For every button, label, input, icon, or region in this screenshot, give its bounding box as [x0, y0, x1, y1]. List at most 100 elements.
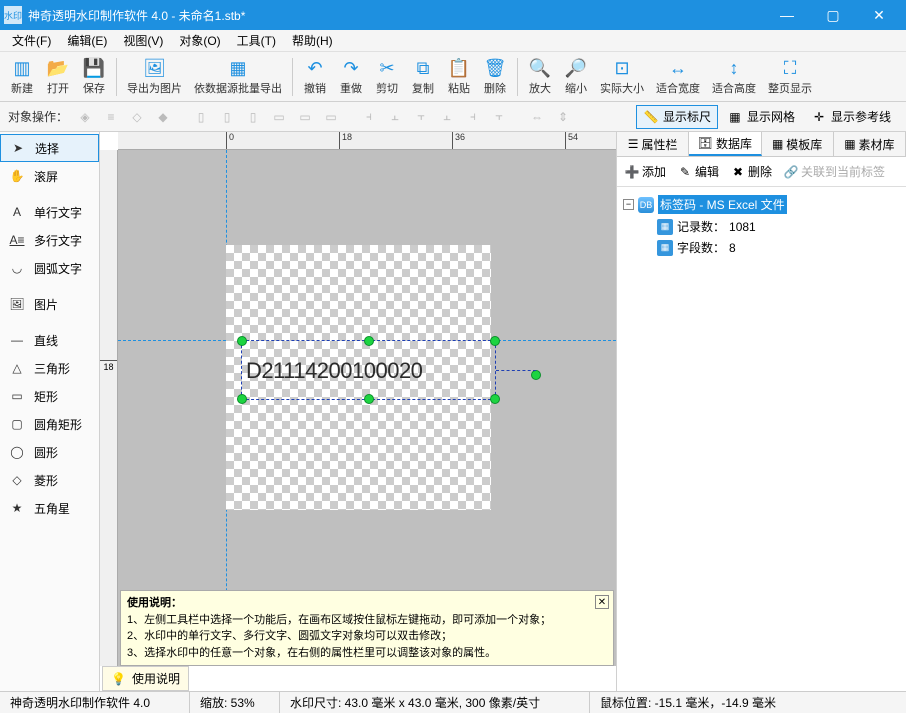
export-batch-button[interactable]: ▦依数据源批量导出 [188, 54, 288, 100]
fit-page-button[interactable]: ⛶整页显示 [762, 54, 818, 100]
db-edit-button[interactable]: ✎编辑 [674, 161, 723, 182]
tool-image[interactable]: 🖼图片 [0, 290, 99, 318]
tool-pan[interactable]: ✋滚屏 [0, 162, 99, 190]
show-ruler-toggle[interactable]: 📏显示标尺 [636, 105, 718, 129]
zoom-out-button[interactable]: 🔎缩小 [558, 54, 594, 100]
tool-line[interactable]: —直线 [0, 326, 99, 354]
lightbulb-icon: 💡 [111, 672, 126, 686]
show-grid-toggle[interactable]: ▦显示网格 [720, 105, 802, 129]
tool-text-single[interactable]: A单行文字 [0, 198, 99, 226]
ruler-horizontal[interactable]: 0 18 36 54 [118, 132, 616, 150]
resize-handle-ne[interactable] [490, 336, 500, 346]
plus-icon: ➕ [625, 165, 639, 179]
workspace[interactable]: D21114200100020 ✕ 使用说明： 1、左侧工具栏中选择一个功能后，… [118, 150, 616, 666]
tool-select[interactable]: ➤选择 [0, 134, 99, 162]
menu-view[interactable]: 视图(V) [115, 30, 171, 52]
tree-fields-node[interactable]: ▦ 字段数：8 [623, 237, 900, 258]
tab-templates[interactable]: ▦模板库 [762, 132, 834, 156]
align-1-icon[interactable]: ▯ [188, 105, 214, 129]
fields-label: 字段数： [677, 239, 725, 256]
align-6-icon[interactable]: ▭ [318, 105, 344, 129]
canvas-area: 0 18 36 54 18 [100, 132, 616, 691]
align-5-icon[interactable]: ▭ [292, 105, 318, 129]
copy-button[interactable]: ⧉复制 [405, 54, 441, 100]
tool-triangle[interactable]: △三角形 [0, 354, 99, 382]
resize-handle-n[interactable] [364, 336, 374, 346]
distribute-h-icon[interactable]: ⇔ [524, 105, 550, 129]
tree-root-node[interactable]: − DB 标签码 - MS Excel 文件 [623, 193, 900, 216]
menu-tools[interactable]: 工具(T) [229, 30, 284, 52]
resize-handle-sw[interactable] [237, 394, 247, 404]
layer-misc-icon[interactable]: ◆ [150, 105, 176, 129]
triangle-icon: △ [8, 359, 26, 377]
db-tree: − DB 标签码 - MS Excel 文件 ▦ 记录数：1081 ▦ 字段数：… [617, 187, 906, 691]
ruler-vertical[interactable]: 18 [100, 150, 118, 666]
fit-height-button[interactable]: ↕适合高度 [706, 54, 762, 100]
layer-down-icon[interactable]: ◇ [124, 105, 150, 129]
menu-edit[interactable]: 编辑(E) [59, 30, 115, 52]
maximize-button[interactable]: ▢ [810, 0, 856, 30]
resize-handle-se[interactable] [490, 394, 500, 404]
paste-button[interactable]: 📋粘贴 [441, 54, 477, 100]
align-2-icon[interactable]: ▯ [214, 105, 240, 129]
tool-text-arc[interactable]: ◡圆弧文字 [0, 254, 99, 282]
ruler-tick: 0 [226, 132, 234, 149]
align-3-icon[interactable]: ▯ [240, 105, 266, 129]
rotate-handle[interactable] [531, 370, 541, 380]
object-toolbar-label: 对象操作： [8, 108, 68, 125]
save-button[interactable]: 💾保存 [76, 54, 112, 100]
actual-size-button[interactable]: ⊡实际大小 [594, 54, 650, 100]
fit-width-button[interactable]: ↔适合宽度 [650, 54, 706, 100]
close-button[interactable]: ✕ [856, 0, 902, 30]
tab-database[interactable]: 🗄数据库 [689, 132, 761, 156]
show-guides-toggle[interactable]: ✛显示参考线 [804, 105, 898, 129]
help-toggle-button[interactable]: 💡 使用说明 [102, 666, 189, 691]
cut-button[interactable]: ✂剪切 [369, 54, 405, 100]
help-overlay: ✕ 使用说明： 1、左侧工具栏中选择一个功能后，在画布区域按住鼠标左键拖动，即可… [120, 590, 614, 666]
new-button[interactable]: ▥新建 [4, 54, 40, 100]
tab-properties[interactable]: ☰属性栏 [617, 132, 689, 156]
layer-stack-icon[interactable]: ≡ [98, 105, 124, 129]
open-button[interactable]: 📂打开 [40, 54, 76, 100]
align-bottom-icon[interactable]: ⫟ [486, 105, 512, 129]
canvas-text-object[interactable]: D21114200100020 [246, 358, 422, 384]
menu-object[interactable]: 对象(O) [171, 30, 228, 52]
db-add-button[interactable]: ➕添加 [621, 161, 670, 182]
zoom-in-button[interactable]: 🔍放大 [522, 54, 558, 100]
star-icon: ★ [8, 499, 26, 517]
redo-button[interactable]: ↷重做 [333, 54, 369, 100]
distribute-v-icon[interactable]: ⇕ [550, 105, 576, 129]
resize-handle-nw[interactable] [237, 336, 247, 346]
template-icon: ▦ [772, 137, 783, 151]
menu-file[interactable]: 文件(F) [4, 30, 59, 52]
menu-help[interactable]: 帮助(H) [284, 30, 341, 52]
help-line: 3、选择水印中的任意一个对象，在右侧的属性栏里可以调整该对象的属性。 [127, 645, 607, 662]
tool-rect[interactable]: ▭矩形 [0, 382, 99, 410]
layer-up-icon[interactable]: ◈ [72, 105, 98, 129]
tool-ellipse[interactable]: ◯圆形 [0, 438, 99, 466]
tool-star[interactable]: ★五角星 [0, 494, 99, 522]
export-image-button[interactable]: 🖼导出为图片 [121, 54, 188, 100]
tool-diamond[interactable]: ◇菱形 [0, 466, 99, 494]
grid-icon: ▦ [727, 109, 743, 125]
resize-handle-s[interactable] [364, 394, 374, 404]
delete-button[interactable]: 🗑删除 [477, 54, 513, 100]
align-left-icon[interactable]: ⫞ [356, 105, 382, 129]
align-4-icon[interactable]: ▭ [266, 105, 292, 129]
app-logo-icon: 水印 [4, 6, 22, 24]
tree-collapse-icon[interactable]: − [623, 199, 634, 210]
tool-text-multi[interactable]: A≡多行文字 [0, 226, 99, 254]
tree-records-node[interactable]: ▦ 记录数：1081 [623, 216, 900, 237]
tab-assets[interactable]: ▦素材库 [834, 132, 906, 156]
help-close-button[interactable]: ✕ [595, 595, 609, 609]
align-right-icon[interactable]: ⫟ [408, 105, 434, 129]
align-top-icon[interactable]: ⫠ [434, 105, 460, 129]
minimize-button[interactable]: — [764, 0, 810, 30]
align-middle-icon[interactable]: ⫞ [460, 105, 486, 129]
undo-button[interactable]: ↶撤销 [297, 54, 333, 100]
db-delete-button[interactable]: ✖删除 [727, 161, 776, 182]
hand-icon: ✋ [8, 167, 26, 185]
tool-round-rect[interactable]: ▢圆角矩形 [0, 410, 99, 438]
align-center-icon[interactable]: ⫠ [382, 105, 408, 129]
db-link-button[interactable]: 🔗关联到当前标签 [780, 161, 889, 182]
